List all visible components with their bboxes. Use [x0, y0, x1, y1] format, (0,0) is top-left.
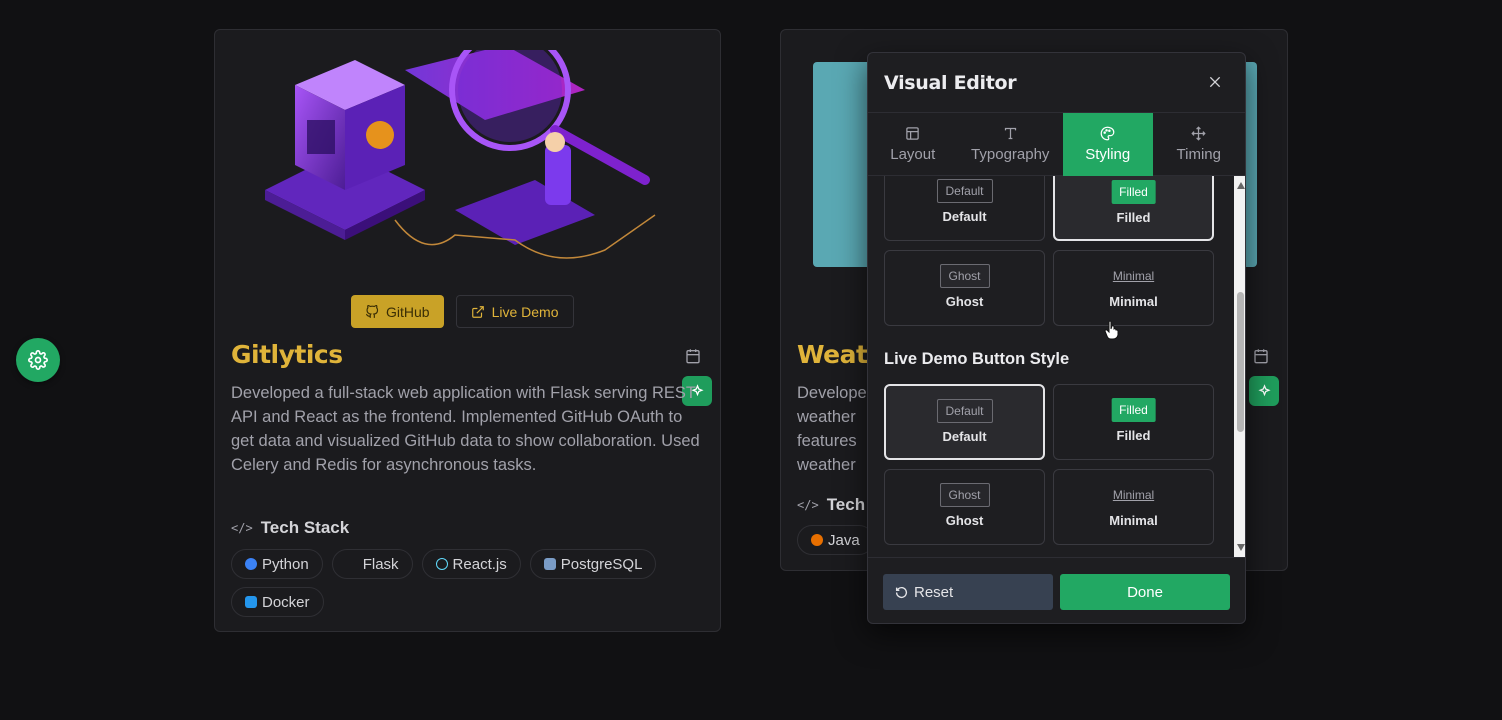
code-icon: </> [231, 521, 253, 535]
react-icon [435, 558, 448, 570]
external-link-icon [471, 305, 484, 318]
github-button[interactable]: GitHub [351, 295, 444, 328]
style-sample: Default [936, 399, 993, 423]
settings-fab[interactable] [16, 338, 60, 382]
live-demo-style-option-ghost[interactable]: Ghost Ghost [884, 469, 1045, 545]
tab-label: Typography [971, 146, 1050, 163]
project-description: Develope weather features weather [797, 381, 877, 477]
editor-header: Visual Editor [868, 53, 1245, 113]
tech-chip: Docker [231, 587, 324, 617]
close-icon[interactable] [1207, 74, 1223, 90]
tech-chip-label: Java [828, 531, 860, 549]
description-line: Develope [797, 384, 867, 402]
style-option-label: Ghost [945, 513, 984, 528]
github-style-option-ghost[interactable]: Ghost Ghost [884, 250, 1045, 326]
style-sample: Minimal [1112, 269, 1155, 283]
style-sample: Ghost [939, 483, 990, 507]
style-sample: Filled [1111, 180, 1156, 204]
python-icon [245, 558, 257, 570]
live-demo-button-label: Live Demo [491, 303, 559, 320]
editor-footer: Reset Done [868, 557, 1245, 623]
github-button-label: GitHub [386, 303, 430, 320]
tech-chip: React.js [421, 549, 521, 579]
tech-chip-label: PostgreSQL [560, 555, 643, 573]
editor-title: Visual Editor [884, 72, 1017, 94]
github-icon [365, 304, 379, 318]
style-sample: Minimal [1112, 488, 1155, 502]
docker-icon [245, 596, 257, 608]
description-line: features [797, 432, 857, 450]
tech-chip: Java [797, 525, 874, 555]
gear-icon [28, 350, 48, 370]
tech-chip-label: React.js [452, 555, 507, 573]
flask-icon [346, 558, 358, 570]
editor-scrollbar[interactable] [1234, 176, 1245, 557]
style-sample: Ghost [939, 264, 990, 288]
tab-label: Styling [1085, 146, 1131, 163]
github-style-option-minimal[interactable]: Minimal Minimal [1053, 250, 1214, 326]
tech-chip-list: Python Flask React.js PostgreSQL Docker [231, 549, 701, 617]
done-button[interactable]: Done [1060, 574, 1230, 610]
tech-chip-label: Flask [362, 555, 399, 573]
live-demo-style-option-default[interactable]: Default Default [884, 384, 1045, 460]
live-demo-style-option-filled[interactable]: Filled Filled [1053, 384, 1214, 460]
style-sample: Filled [1111, 398, 1156, 422]
style-option-label: Ghost [945, 294, 984, 309]
scroll-down-arrow-icon[interactable] [1237, 544, 1245, 551]
layout-icon [906, 127, 920, 140]
hero-illustration [265, 50, 656, 259]
done-button-label: Done [1127, 583, 1163, 601]
java-icon [811, 534, 823, 546]
code-icon: </> [797, 498, 819, 512]
tech-chip: Flask [331, 549, 413, 579]
tech-chip-label: Python [262, 555, 309, 573]
palette-icon [1100, 126, 1115, 141]
project-title: Gitlytics [231, 340, 343, 369]
github-style-option-default[interactable]: Default Default [884, 176, 1045, 241]
tech-stack-heading-label: Tech Stack [260, 518, 350, 537]
live-demo-style-heading: Live Demo Button Style [884, 350, 1070, 368]
description-line: weather [797, 456, 856, 474]
style-sample: Default [936, 179, 993, 203]
calendar-icon[interactable] [685, 348, 701, 364]
ai-sparkle-button[interactable] [1249, 376, 1279, 406]
tech-chip: PostgreSQL [529, 549, 657, 579]
type-icon [1004, 127, 1016, 140]
move-icon [1191, 126, 1206, 141]
style-option-label: Default [942, 429, 987, 444]
postgresql-icon [543, 558, 556, 570]
tech-chip: Python [231, 549, 323, 579]
sparkles-icon [1257, 383, 1271, 396]
tab-label: Timing [1176, 146, 1221, 163]
reset-button[interactable]: Reset [883, 574, 1053, 610]
style-option-label: Default [942, 209, 987, 224]
description-line: weather [797, 408, 856, 426]
scroll-up-arrow-icon[interactable] [1237, 182, 1245, 189]
reset-icon [895, 586, 908, 598]
github-style-option-filled[interactable]: Filled Filled [1053, 176, 1214, 241]
project-description: Developed a full-stack web application w… [231, 384, 700, 474]
style-option-label: Filled [1116, 210, 1151, 225]
live-demo-button[interactable]: Live Demo [455, 295, 574, 328]
tab-styling[interactable]: Styling [1062, 113, 1153, 176]
visual-editor-panel: Visual Editor Layout Typography Styling … [867, 52, 1246, 624]
editor-tabs: Layout Typography Styling Timing [868, 113, 1245, 176]
tech-stack-heading: </> Tech Stack [231, 518, 349, 538]
editor-scroll-area[interactable]: Default Default Filled Filled Ghost Ghos… [868, 176, 1234, 557]
style-option-label: Filled [1116, 428, 1151, 443]
tab-timing[interactable]: Timing [1153, 113, 1246, 176]
calendar-icon[interactable] [1253, 348, 1269, 364]
tab-typography[interactable]: Typography [958, 113, 1063, 176]
live-demo-style-option-minimal[interactable]: Minimal Minimal [1053, 469, 1214, 545]
tech-chip-label: Docker [262, 593, 310, 611]
reset-button-label: Reset [914, 583, 954, 601]
scrollbar-thumb[interactable] [1237, 292, 1244, 432]
project-card-gitlytics: GitHub Live Demo Gitlytics Developed a f… [214, 29, 721, 632]
hand-cursor-icon [1104, 320, 1119, 340]
tab-layout[interactable]: Layout [868, 113, 958, 176]
tab-label: Layout [890, 146, 936, 163]
style-option-label: Minimal [1109, 294, 1158, 309]
style-option-label: Minimal [1109, 513, 1158, 528]
